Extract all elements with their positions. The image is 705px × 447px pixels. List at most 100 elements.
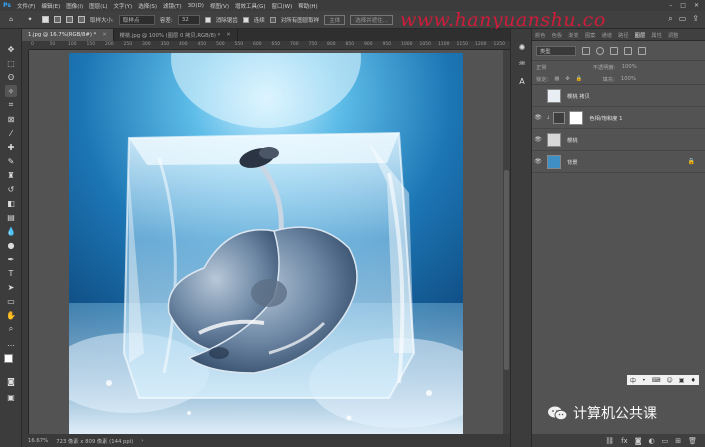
eraser-tool-icon[interactable]: ◧ <box>5 197 17 209</box>
smart-object-filter-icon[interactable] <box>638 46 646 55</box>
menu-filter[interactable]: 滤镜(T) <box>160 2 185 10</box>
menu-select[interactable]: 选择(S) <box>135 2 160 10</box>
magic-wand-tool-icon[interactable]: ✧ <box>5 85 17 97</box>
tab-swatches[interactable]: 色板 <box>552 31 563 39</box>
tab-properties[interactable]: 属性 <box>651 31 662 39</box>
menu-layer[interactable]: 图层(L) <box>86 2 110 10</box>
layer-mask-thumbnail[interactable] <box>569 110 584 125</box>
canvas-area[interactable] <box>29 50 503 434</box>
history-brush-tool-icon[interactable]: ↺ <box>5 183 17 195</box>
blend-mode-select[interactable]: 正常 <box>536 63 547 71</box>
select-subject-button[interactable]: 主体 <box>324 14 346 25</box>
dodge-tool-icon[interactable]: ● <box>5 239 17 251</box>
pen-tool-icon[interactable]: ✒ <box>5 253 17 265</box>
menu-help[interactable]: 帮助(H) <box>295 2 320 10</box>
tab-adjustments[interactable]: 调整 <box>668 31 679 39</box>
lasso-tool-icon[interactable]: ʘ <box>5 71 17 83</box>
glyphs-icon[interactable]: A <box>516 75 528 87</box>
healing-tool-icon[interactable]: ✚ <box>5 141 17 153</box>
new-adjustment-icon[interactable]: ◐ <box>649 437 655 445</box>
new-group-icon[interactable]: ▭ <box>662 437 669 445</box>
quick-mask-icon[interactable]: ◙ <box>5 375 17 387</box>
intersect-selection-icon[interactable] <box>78 16 85 23</box>
app-logo-icon[interactable]: Ps <box>0 1 14 11</box>
ime-punct-icon[interactable]: • <box>642 377 646 384</box>
layer-row[interactable]: 👁 背景 🔒 <box>532 151 705 173</box>
add-mask-icon[interactable]: ◙ <box>635 437 642 445</box>
menu-type[interactable]: 文字(Y) <box>111 2 136 10</box>
anti-alias-checkbox[interactable] <box>204 16 211 23</box>
clone-stamp-tool-icon[interactable]: ♜ <box>5 169 17 181</box>
type-tool-icon[interactable]: T <box>5 267 17 279</box>
tab-layers[interactable]: 图层 <box>635 31 646 39</box>
tolerance-input[interactable]: 32 <box>177 14 200 25</box>
crop-tool-icon[interactable]: ⌗ <box>5 99 17 111</box>
new-selection-icon[interactable] <box>42 16 49 23</box>
tab-patterns[interactable]: 图案 <box>585 31 596 39</box>
tab-paths[interactable]: 路径 <box>618 31 629 39</box>
brush-tool-icon[interactable]: ✎ <box>5 155 17 167</box>
foreground-color-swatch[interactable] <box>4 354 13 363</box>
menu-edit[interactable]: 编辑(E) <box>38 2 63 10</box>
shape-filter-icon[interactable] <box>624 46 632 55</box>
frame-tool-icon[interactable]: ⊠ <box>5 113 17 125</box>
magic-wand-icon[interactable]: ✦ <box>23 14 37 26</box>
ime-keyboard-icon[interactable]: ⌨ <box>652 377 661 384</box>
move-tool-icon[interactable]: ✥ <box>5 43 17 55</box>
menu-3d[interactable]: 3D(D) <box>185 3 207 9</box>
menu-window[interactable]: 窗口(W) <box>269 2 296 10</box>
fill-value[interactable]: 100% <box>621 76 636 82</box>
zoom-level[interactable]: 16.67% <box>28 438 48 444</box>
lock-pixels-icon[interactable]: ▦ <box>554 76 559 82</box>
tab-color[interactable]: 颜色 <box>535 31 546 39</box>
eyedropper-tool-icon[interactable]: ⁄ <box>5 127 17 139</box>
contiguous-checkbox[interactable] <box>242 16 249 23</box>
maximize-icon[interactable]: □ <box>680 2 686 9</box>
menu-plugins[interactable]: 增效工具(G) <box>232 2 269 10</box>
color-wheel-icon[interactable]: ✺ <box>516 41 528 53</box>
ime-skin-icon[interactable]: ♦ <box>691 377 696 384</box>
home-icon[interactable]: ⌂ <box>4 14 18 26</box>
ime-tool-icon[interactable]: ▣ <box>679 377 685 384</box>
blur-tool-icon[interactable]: 💧 <box>5 225 17 237</box>
eye-icon[interactable]: 👁 <box>532 114 544 121</box>
search-icon[interactable]: ⌕ <box>668 14 672 24</box>
sample-all-checkbox[interactable] <box>269 16 276 23</box>
tab-gradients[interactable]: 渐变 <box>568 31 579 39</box>
lock-all-icon[interactable]: 🔒 <box>576 76 583 82</box>
layer-style-icon[interactable]: fx <box>621 437 628 445</box>
adjustment-filter-icon[interactable] <box>596 46 604 55</box>
type-filter-icon[interactable] <box>610 46 618 55</box>
tab-channels[interactable]: 通道 <box>601 31 612 39</box>
status-arrow-icon[interactable]: › <box>141 438 143 444</box>
ime-emoji-icon[interactable]: ☺ <box>666 377 672 384</box>
layer-kind-select[interactable]: 类型 <box>536 45 576 56</box>
more-tools-icon[interactable]: … <box>5 337 17 349</box>
sample-size-select[interactable]: 取样点 <box>118 14 155 25</box>
minimize-icon[interactable]: – <box>669 2 672 9</box>
close-tab-icon[interactable]: ✕ <box>226 32 230 38</box>
share-icon[interactable]: ⇪ <box>692 14 699 24</box>
zoom-tool-icon[interactable]: ⌕ <box>5 323 17 335</box>
select-mask-button[interactable]: 选择并遮住... <box>350 14 394 25</box>
scroll-thumb[interactable] <box>504 170 509 370</box>
layer-row[interactable]: 樱桃 拷贝 <box>532 85 705 107</box>
hand-tool-icon[interactable]: ✋ <box>5 309 17 321</box>
menu-view[interactable]: 视图(V) <box>207 2 232 10</box>
eye-icon[interactable]: 👁 <box>532 158 544 165</box>
gradient-tool-icon[interactable]: ▤ <box>5 211 17 223</box>
pixel-filter-icon[interactable] <box>582 46 590 55</box>
close-icon[interactable]: ✕ <box>694 2 699 9</box>
layer-row[interactable]: 👁 ↓ 色相/饱和度 1 <box>532 107 705 129</box>
menu-image[interactable]: 图像(I) <box>63 2 86 10</box>
adjustments-icon[interactable]: ♒ <box>516 57 528 69</box>
eye-icon[interactable]: 👁 <box>532 136 544 143</box>
link-layers-icon[interactable]: ⛓ <box>605 437 614 445</box>
add-selection-icon[interactable] <box>54 16 61 23</box>
marquee-tool-icon[interactable]: ⬚ <box>5 57 17 69</box>
delete-layer-icon[interactable]: 🗑 <box>688 437 697 445</box>
layer-row[interactable]: 👁 樱桃 <box>532 129 705 151</box>
rectangle-tool-icon[interactable]: ▭ <box>5 295 17 307</box>
screen-mode-icon[interactable]: ▣ <box>5 391 17 403</box>
path-selection-tool-icon[interactable]: ➤ <box>5 281 17 293</box>
